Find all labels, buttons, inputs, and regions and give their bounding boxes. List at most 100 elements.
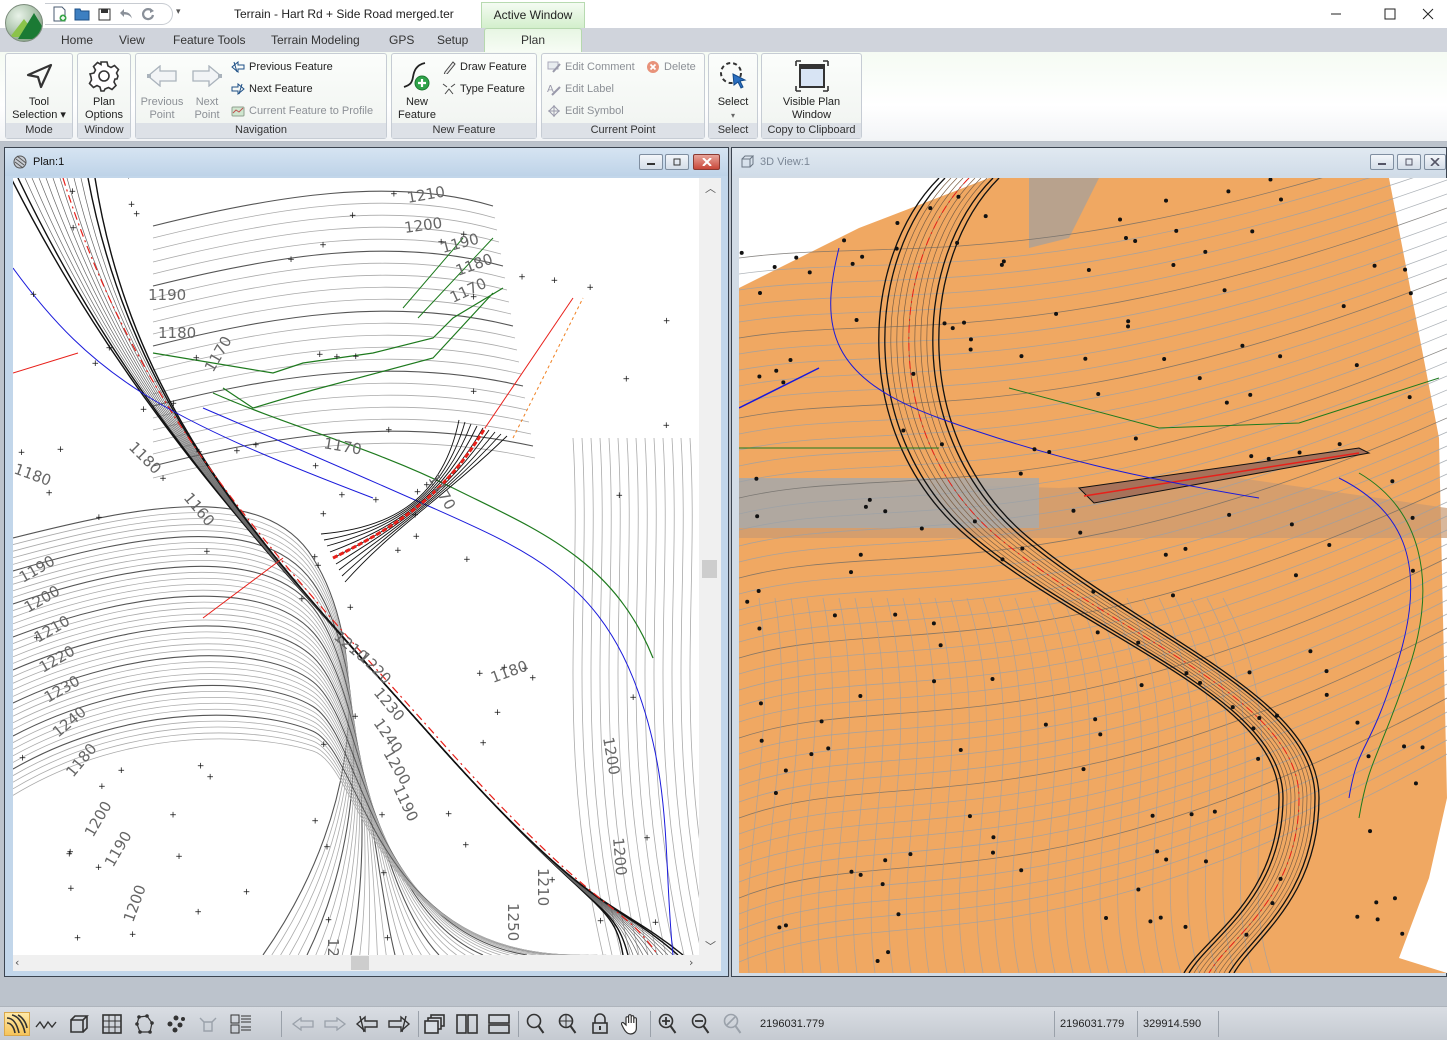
survey-point: + bbox=[193, 353, 201, 363]
polygon-mode-button[interactable] bbox=[132, 1012, 158, 1036]
zoom-out-button[interactable] bbox=[688, 1012, 714, 1036]
view3d-window-titlebar[interactable]: 3D View:1 bbox=[732, 148, 1446, 176]
contour-label: 1160 bbox=[180, 489, 218, 530]
save-icon bbox=[98, 8, 110, 20]
plan-window-titlebar[interactable]: Plan:1 bbox=[5, 148, 728, 176]
delete-point-button[interactable]: Delete bbox=[646, 57, 696, 77]
tab-setup[interactable]: Setup bbox=[437, 33, 468, 47]
3d-survey-point bbox=[1368, 829, 1373, 834]
3d-survey-point bbox=[1227, 512, 1232, 517]
3d-box-mode-button[interactable] bbox=[66, 1012, 92, 1036]
edit-comment-button[interactable]: Edit Comment bbox=[547, 57, 635, 77]
tile-horizontal-button[interactable] bbox=[486, 1012, 512, 1036]
contour-line bbox=[152, 202, 496, 239]
current-feature-to-profile-button[interactable]: Current Feature to Profile bbox=[231, 101, 373, 121]
minimize-icon bbox=[1331, 13, 1341, 15]
plan-vertical-scrollbar[interactable]: ︿ ﹀ bbox=[699, 178, 721, 955]
road-edge-line bbox=[45, 178, 649, 955]
view3d-minimize-button[interactable] bbox=[1370, 154, 1394, 170]
3d-survey-point bbox=[1324, 692, 1329, 697]
tab-plan[interactable]: Plan bbox=[484, 28, 582, 52]
next-feature-button[interactable]: Next Feature bbox=[231, 79, 313, 99]
plan-options-button[interactable]: Plan Options bbox=[79, 56, 129, 122]
previous-feature-button[interactable]: Previous Feature bbox=[231, 57, 333, 77]
zoom-extents-icon bbox=[558, 1013, 577, 1034]
zoom-extents-button[interactable] bbox=[555, 1012, 581, 1036]
open-button[interactable] bbox=[73, 5, 91, 23]
scroll-right-icon[interactable]: › bbox=[689, 956, 693, 969]
new-feature-button[interactable]: New Feature bbox=[393, 56, 441, 122]
plan-minimize-button[interactable] bbox=[639, 154, 663, 170]
tab-feature-tools[interactable]: Feature Tools bbox=[173, 33, 246, 47]
triangle-mode-button[interactable] bbox=[195, 1012, 221, 1036]
status-previous-point-button[interactable] bbox=[290, 1012, 316, 1036]
lock-zoom-button[interactable] bbox=[587, 1012, 613, 1036]
save-button[interactable] bbox=[95, 5, 113, 23]
pencil-icon bbox=[443, 61, 456, 74]
cascade-windows-button[interactable] bbox=[422, 1012, 448, 1036]
arrow-right-icon bbox=[324, 1017, 347, 1031]
status-previous-feature-button[interactable] bbox=[354, 1012, 380, 1036]
status-next-feature-button[interactable] bbox=[386, 1012, 412, 1036]
3d-survey-point bbox=[1403, 267, 1408, 272]
maximize-button[interactable] bbox=[1372, 2, 1408, 26]
survey-point: + bbox=[206, 773, 214, 783]
scroll-left-icon[interactable]: ‹ bbox=[15, 956, 19, 969]
view3d-close-button[interactable] bbox=[1424, 154, 1446, 170]
3d-survey-point bbox=[990, 850, 995, 855]
type-feature-button[interactable]: Type Feature bbox=[442, 79, 525, 99]
minimize-button[interactable] bbox=[1318, 2, 1354, 26]
tab-view[interactable]: View bbox=[119, 33, 145, 47]
edit-label-button[interactable]: A Edit Label bbox=[547, 79, 614, 99]
view3d-canvas[interactable] bbox=[739, 178, 1447, 973]
group-label-new-feature: New Feature bbox=[392, 123, 536, 138]
edit-symbol-button[interactable]: Edit Symbol bbox=[547, 101, 624, 121]
scroll-down-icon[interactable]: ﹀ bbox=[705, 938, 716, 954]
zoom-previous-button[interactable] bbox=[720, 1012, 746, 1036]
tab-gps[interactable]: GPS bbox=[389, 33, 414, 47]
status-next-point-button[interactable] bbox=[322, 1012, 348, 1036]
tile-vertical-button[interactable] bbox=[454, 1012, 480, 1036]
layers-mode-button[interactable] bbox=[228, 1012, 254, 1036]
cascade-icon bbox=[424, 1014, 445, 1034]
contour-label: 1250 bbox=[504, 903, 522, 941]
plan-hscroll-thumb[interactable] bbox=[351, 956, 369, 970]
next-feature-icon bbox=[231, 83, 245, 95]
view3d-restore-button[interactable] bbox=[1397, 154, 1421, 170]
close-button[interactable] bbox=[1410, 2, 1446, 26]
new-file-button[interactable] bbox=[51, 5, 69, 23]
app-menu-button[interactable] bbox=[5, 4, 43, 42]
draw-feature-button[interactable]: Draw Feature bbox=[442, 57, 527, 77]
3d-survey-point bbox=[783, 923, 788, 928]
pan-button[interactable] bbox=[618, 1012, 644, 1036]
customize-qat-button[interactable]: ▾ bbox=[176, 7, 181, 17]
3d-survey-point bbox=[1170, 593, 1175, 598]
3d-survey-point bbox=[754, 476, 759, 481]
tab-home[interactable]: Home bbox=[61, 33, 93, 47]
plan-horizontal-scrollbar[interactable]: ‹ › bbox=[13, 955, 721, 971]
points-mode-button[interactable] bbox=[163, 1012, 189, 1036]
select-button[interactable]: Select ▾ bbox=[710, 56, 756, 122]
tab-terrain-modeling[interactable]: Terrain Modeling bbox=[271, 33, 360, 47]
zoom-window-button[interactable] bbox=[523, 1012, 549, 1036]
zoom-in-button[interactable] bbox=[655, 1012, 681, 1036]
profile-mode-button[interactable] bbox=[33, 1012, 59, 1036]
contours-mode-button[interactable] bbox=[4, 1012, 30, 1036]
tile-vertical-icon bbox=[456, 1014, 478, 1034]
plan-close-button[interactable] bbox=[693, 154, 720, 170]
plan-restore-button[interactable] bbox=[665, 154, 689, 170]
plan-vscroll-thumb[interactable] bbox=[702, 560, 717, 578]
tool-selection-button[interactable]: Tool Selection ▾ bbox=[8, 56, 70, 122]
redo-button[interactable] bbox=[139, 5, 157, 23]
plan-canvas[interactable]: + + + + + + + + + + + + + + + + + + + + + + + + + + + + + + + + + + + + + + + +… bbox=[13, 178, 699, 955]
survey-point: + bbox=[663, 317, 671, 327]
next-point-button[interactable]: Next Point bbox=[186, 56, 228, 122]
3d-survey-point bbox=[858, 552, 863, 557]
visible-plan-window-button[interactable]: Visible Plan Window bbox=[763, 56, 860, 122]
previous-point-button[interactable]: Previous Point bbox=[137, 56, 187, 122]
grid-mode-button[interactable] bbox=[99, 1012, 125, 1036]
scroll-up-icon[interactable]: ︿ bbox=[705, 180, 716, 196]
undo-button[interactable] bbox=[117, 5, 135, 23]
select-label: Select bbox=[717, 96, 749, 108]
3d-survey-point bbox=[1408, 291, 1413, 296]
